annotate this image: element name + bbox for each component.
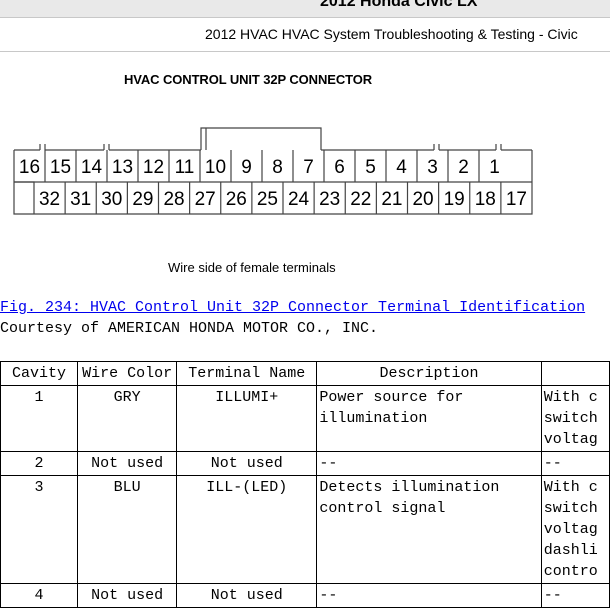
cavity-number: 25 bbox=[257, 189, 278, 210]
table-row: 3 BLU ILL-(LED) Detects illumination con… bbox=[0, 475, 610, 584]
header-terminal-name: Terminal Name bbox=[176, 361, 318, 386]
cavity-number: 10 bbox=[205, 157, 226, 178]
cavity-number: 19 bbox=[444, 189, 465, 210]
diagram-title: HVAC CONTROL UNIT 32P CONNECTOR bbox=[124, 72, 373, 87]
cavity-cell: 1 bbox=[0, 385, 79, 452]
cavity-number: 30 bbox=[101, 189, 122, 210]
cavity-cell: 2 bbox=[0, 451, 79, 476]
document-header: 2012 HVAC HVAC System Troubleshooting & … bbox=[0, 17, 610, 52]
header-conditions bbox=[540, 361, 610, 386]
connector-diagram: 16 15 14 13 12 11 10 9 8 7 6 5 4 3 2 1 32 31 30 29 28 27 26 25… bbox=[13, 127, 533, 215]
description-cell: -- bbox=[316, 583, 542, 608]
terminal-name-cell: Not used bbox=[176, 583, 318, 608]
cavity-cell: 4 bbox=[0, 583, 79, 608]
cavity-number: 17 bbox=[506, 189, 527, 210]
terminal-name-cell: Not used bbox=[176, 451, 318, 476]
condition-cell: -- bbox=[540, 451, 610, 476]
header-cavity: Cavity bbox=[0, 361, 79, 386]
cavity-number: 31 bbox=[70, 189, 91, 210]
terminal-name-cell: ILLUMI+ bbox=[176, 385, 318, 452]
cavity-number: 26 bbox=[226, 189, 247, 210]
cavity-number: 18 bbox=[475, 189, 496, 210]
cavity-number: 7 bbox=[303, 157, 314, 178]
cavity-number: 12 bbox=[143, 157, 164, 178]
cavity-number: 20 bbox=[412, 189, 433, 210]
table-header-row: Cavity Wire Color Terminal Name Descript… bbox=[0, 361, 610, 386]
cavity-number: 6 bbox=[334, 157, 345, 178]
cavity-number: 5 bbox=[365, 157, 376, 178]
cavity-number: 22 bbox=[350, 189, 371, 210]
cavity-number: 27 bbox=[195, 189, 216, 210]
cavity-number: 4 bbox=[396, 157, 407, 178]
wire-color-cell: GRY bbox=[77, 385, 178, 452]
vehicle-header: 2012 Honda Civic LX bbox=[0, 0, 610, 17]
cavity-number: 8 bbox=[272, 157, 283, 178]
cavity-number: 9 bbox=[241, 157, 252, 178]
header-description: Description bbox=[316, 361, 542, 386]
document-title: 2012 HVAC HVAC System Troubleshooting & … bbox=[205, 26, 578, 42]
terminal-table: Cavity Wire Color Terminal Name Descript… bbox=[0, 361, 610, 608]
wire-color-cell: BLU bbox=[77, 475, 178, 584]
cavity-number: 14 bbox=[81, 157, 103, 178]
cavity-number: 24 bbox=[288, 189, 310, 210]
table-row: 4 Not used Not used -- -- bbox=[0, 583, 610, 608]
table-row: 1 GRY ILLUMI+ Power source for illuminat… bbox=[0, 385, 610, 452]
connector-top-row: 16 15 14 13 12 11 10 9 8 7 6 5 4 3 2 1 bbox=[19, 150, 500, 182]
condition-cell: -- bbox=[540, 583, 610, 608]
condition-cell: With c switch voltag dashli contro bbox=[540, 475, 610, 584]
cavity-number: 1 bbox=[489, 157, 500, 178]
courtesy-line: Courtesy of AMERICAN HONDA MOTOR CO., IN… bbox=[0, 320, 379, 337]
cavity-number: 21 bbox=[381, 189, 402, 210]
description-cell: -- bbox=[316, 451, 542, 476]
wire-color-cell: Not used bbox=[77, 583, 178, 608]
wire-color-cell: Not used bbox=[77, 451, 178, 476]
figure-link[interactable]: Fig. 234: HVAC Control Unit 32P Connecto… bbox=[0, 299, 585, 316]
connector-bottom-row: 32 31 30 29 28 27 26 25 24 23 22 21 20 19 18 17 bbox=[39, 182, 527, 214]
table-row: 2 Not used Not used -- -- bbox=[0, 451, 610, 476]
cavity-number: 28 bbox=[163, 189, 184, 210]
cavity-number: 29 bbox=[132, 189, 153, 210]
cavity-number: 32 bbox=[39, 189, 60, 210]
cavity-number: 13 bbox=[112, 157, 133, 178]
description-cell: Detects illumination control signal bbox=[316, 475, 542, 584]
cavity-number: 23 bbox=[319, 189, 340, 210]
cavity-cell: 3 bbox=[0, 475, 79, 584]
cavity-number: 11 bbox=[175, 157, 195, 178]
vehicle-title: 2012 Honda Civic LX bbox=[320, 0, 478, 10]
cavity-number: 15 bbox=[50, 157, 71, 178]
cavity-number: 2 bbox=[458, 157, 469, 178]
description-cell: Power source for illumination bbox=[316, 385, 542, 452]
diagram-caption: Wire side of female terminals bbox=[168, 260, 336, 275]
cavity-number: 16 bbox=[19, 157, 40, 178]
header-wire-color: Wire Color bbox=[77, 361, 178, 386]
cavity-number: 3 bbox=[427, 157, 438, 178]
condition-cell: With c switch voltag bbox=[540, 385, 610, 452]
terminal-name-cell: ILL-(LED) bbox=[176, 475, 318, 584]
